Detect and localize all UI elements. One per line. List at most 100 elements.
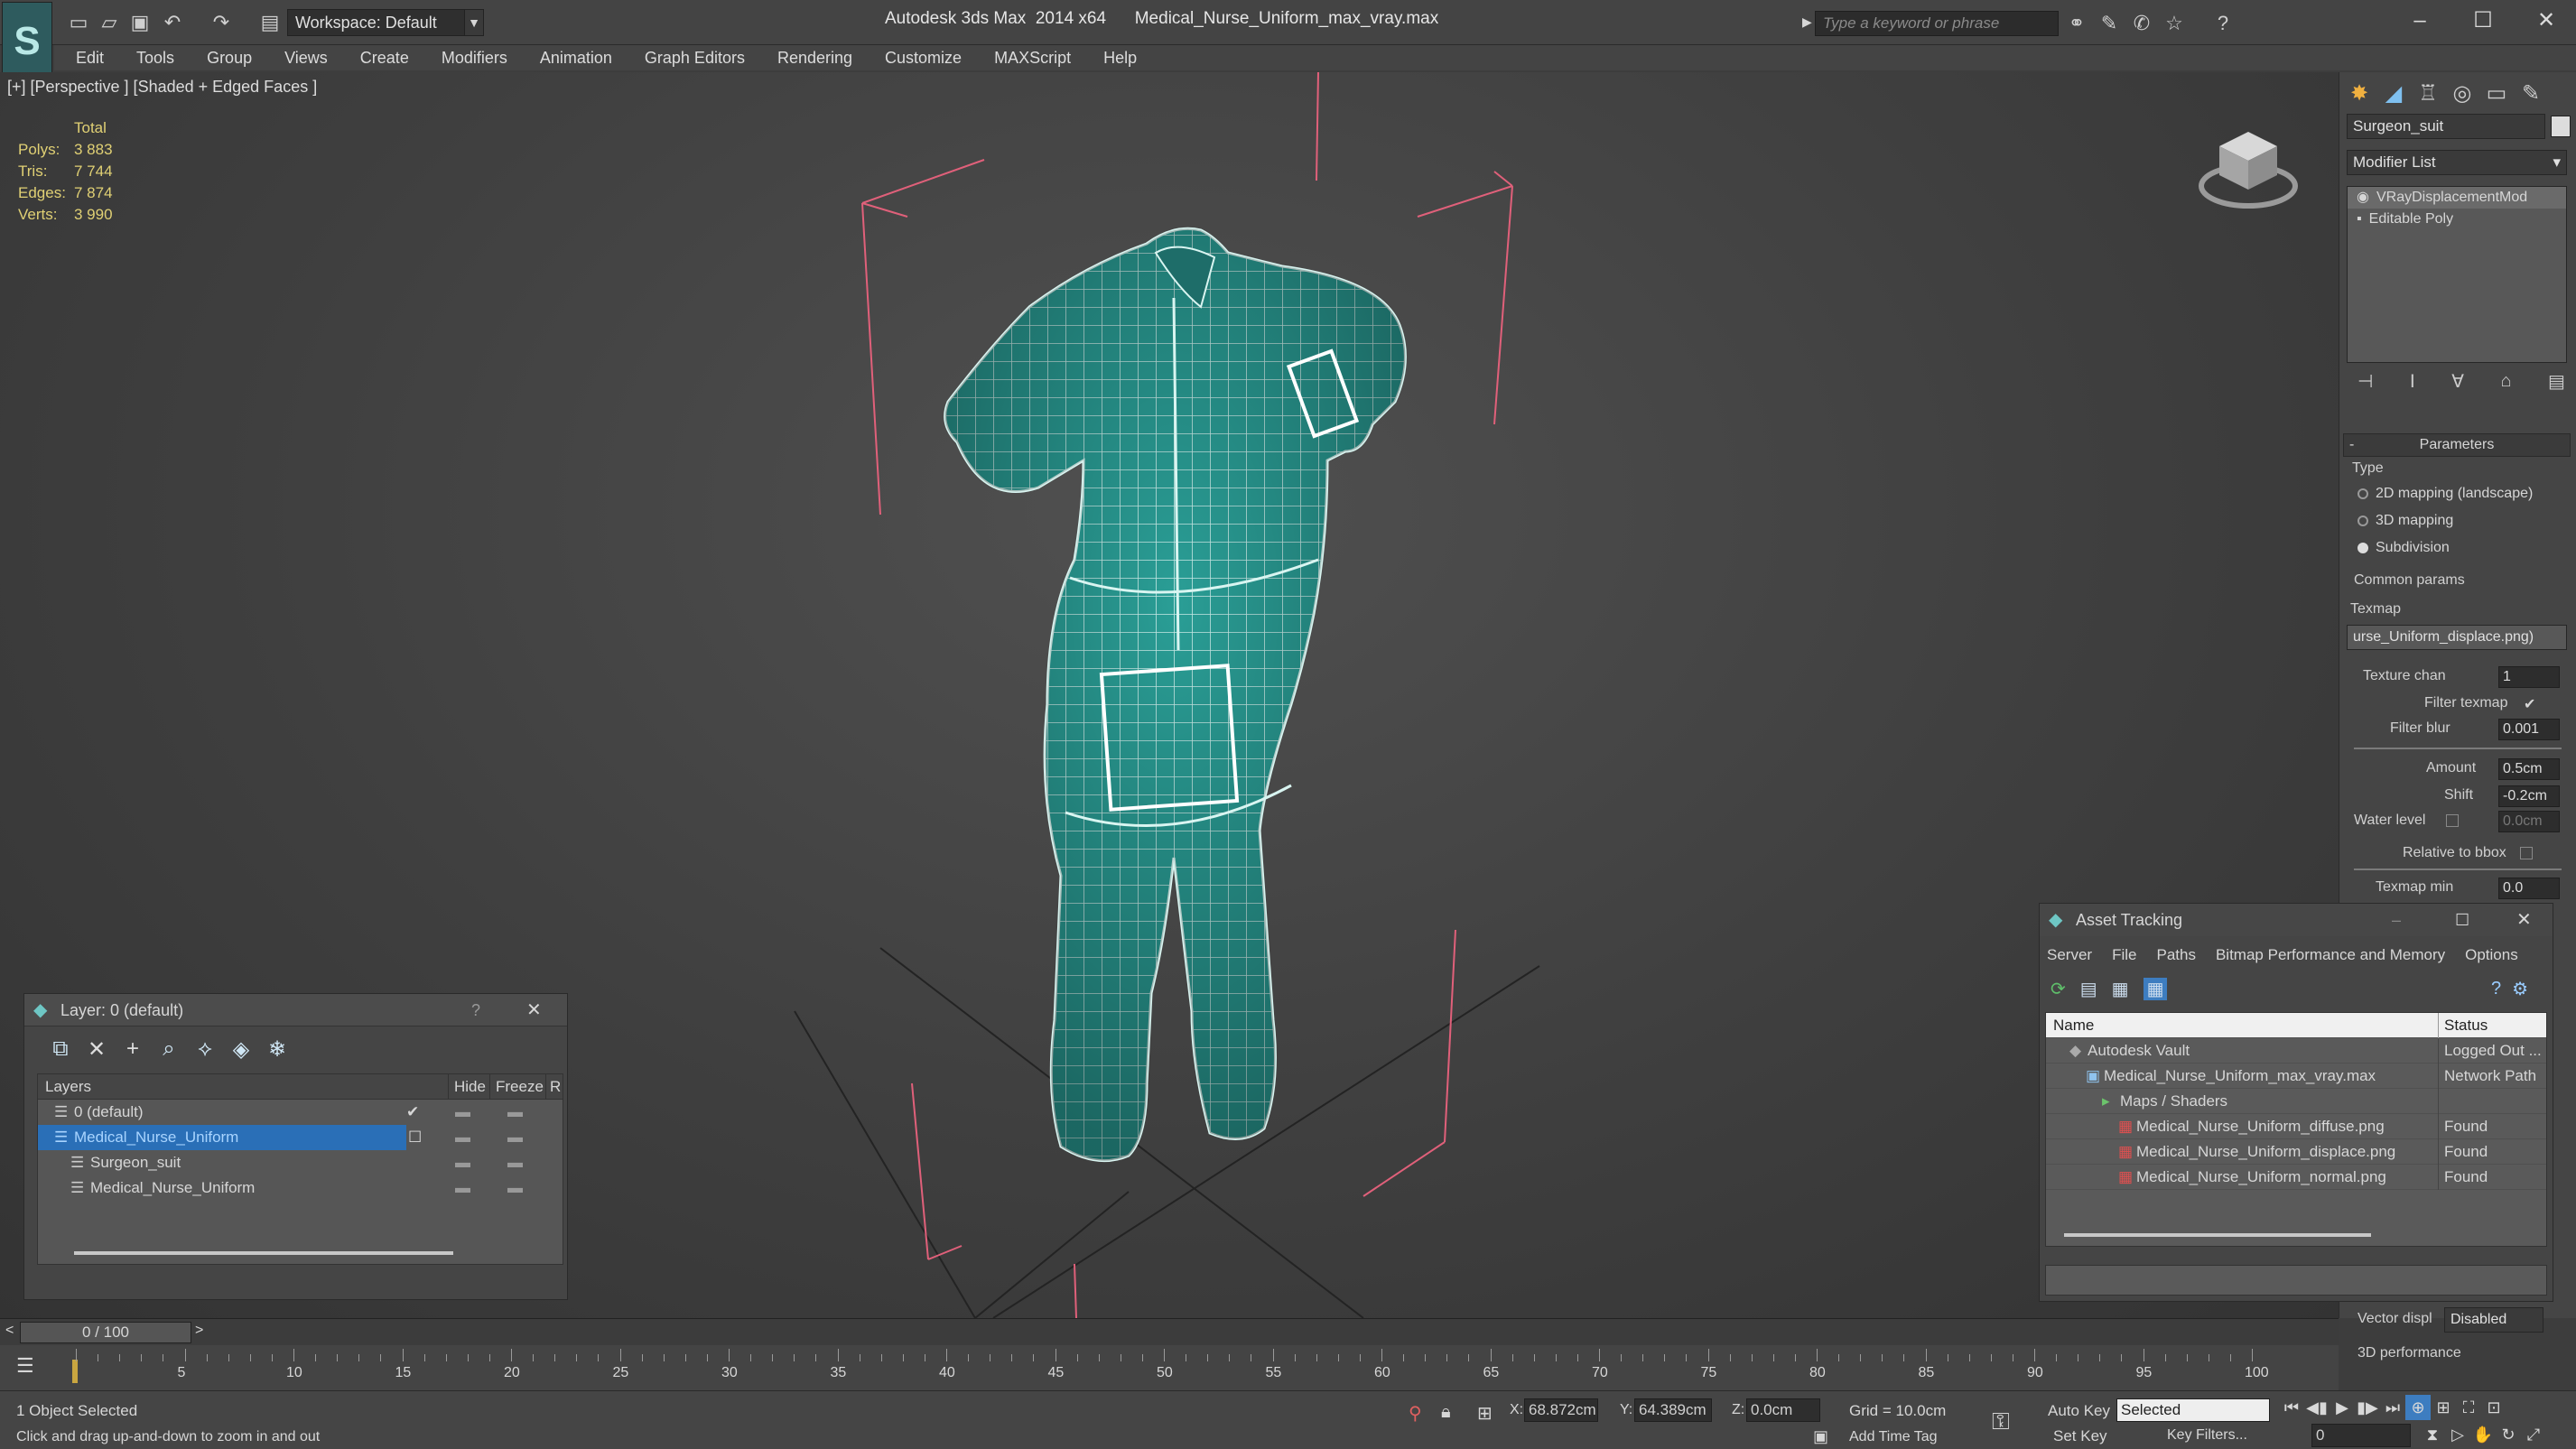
pan-icon[interactable]: ✋ (2470, 1422, 2496, 1447)
open-file-icon[interactable]: ▱ (98, 11, 121, 34)
type-option[interactable]: Subdivision (2357, 534, 2533, 562)
refresh-icon[interactable]: ⟳ (2051, 978, 2066, 1000)
configure-sets-icon[interactable]: ▤ (2548, 370, 2565, 393)
current-frame-marker[interactable] (72, 1360, 78, 1383)
modifier-stack-item[interactable]: ▪ Editable Poly (2348, 209, 2566, 230)
radio-button[interactable] (2357, 516, 2368, 526)
radio-button[interactable] (2357, 543, 2368, 553)
asset-row[interactable]: ◆ Autodesk Vault Logged Out ... (2046, 1038, 2546, 1064)
previous-frame-icon[interactable]: < (5, 1323, 14, 1339)
tools-icon[interactable]: ✎ (2097, 11, 2122, 36)
horizontal-scrollbar[interactable] (2064, 1233, 2371, 1237)
shift-spinner[interactable]: -0.2cm (2498, 785, 2560, 807)
maximize-icon[interactable]: ☐ (2455, 904, 2469, 936)
current-frame-field[interactable]: 0 (2311, 1424, 2411, 1447)
make-unique-icon[interactable]: ∀ (2451, 370, 2464, 393)
modify-tab-icon[interactable]: ◢ (2377, 78, 2410, 110)
layer-row[interactable]: ☰ Medical_Nurse_Uniform ☐ ▬ ▬ (38, 1125, 523, 1150)
menu-modifiers[interactable]: Modifiers (442, 45, 507, 70)
menu-animation[interactable]: Animation (540, 45, 612, 70)
create-tab-icon[interactable]: ✸ (2343, 78, 2376, 110)
freeze-toggle[interactable]: ▬ (507, 1125, 523, 1150)
hierarchy-tab-icon[interactable]: ♖ (2412, 78, 2444, 110)
add-to-layer-icon[interactable]: + (115, 1036, 151, 1062)
object-name-field[interactable]: Surgeon_suit (2347, 114, 2545, 139)
maximize-icon[interactable]: ☐ (2458, 5, 2508, 36)
horizontal-scrollbar[interactable] (74, 1251, 453, 1255)
amount-spinner[interactable]: 0.5cm (2498, 758, 2560, 780)
zoom-extents-all-icon[interactable]: ⊡ (2481, 1395, 2506, 1420)
hide-toggle[interactable]: ▬ (455, 1150, 470, 1175)
save-icon[interactable]: ▣ (128, 11, 152, 34)
previous-key-icon[interactable]: ◀▮ (2304, 1395, 2330, 1420)
zoom-icon[interactable]: ⊕ (2405, 1395, 2431, 1420)
y-coordinate-field[interactable]: 64.389cm (1634, 1398, 1712, 1422)
asset-menu-options[interactable]: Options (2465, 946, 2518, 964)
zoom-all-icon[interactable]: ⊞ (2431, 1395, 2456, 1420)
column-hide[interactable]: Hide (448, 1074, 486, 1100)
time-slider-thumb[interactable]: 0 / 100 (20, 1322, 191, 1343)
close-icon[interactable]: ✕ (526, 994, 542, 1026)
maximize-viewport-icon[interactable]: ⤢ (2521, 1422, 2546, 1447)
column-status[interactable]: Status (2438, 1013, 2488, 1038)
viewcube-icon[interactable] (2194, 114, 2302, 222)
filter-blur-spinner[interactable]: 0.001 (2498, 719, 2560, 740)
close-icon[interactable]: ✕ (2521, 5, 2571, 36)
texmap-button[interactable]: urse_Uniform_displace.png) (2347, 625, 2567, 650)
binoculars-icon[interactable]: ⚭ (2064, 11, 2089, 36)
asset-row[interactable]: ▦ Medical_Nurse_Uniform_diffuse.png Found (2046, 1114, 2546, 1139)
asset-row[interactable]: ▦ Medical_Nurse_Uniform_displace.png Found (2046, 1139, 2546, 1165)
x-coordinate-field[interactable]: 68.872cm (1524, 1398, 1598, 1422)
asset-menu-server[interactable]: Server (2047, 946, 2092, 964)
time-config-icon[interactable]: ⧗ (2420, 1422, 2445, 1447)
water-level-spinner[interactable]: 0.0cm (2498, 811, 2560, 832)
menu-tools[interactable]: Tools (136, 45, 174, 70)
play-icon[interactable]: ▶ (2330, 1395, 2355, 1420)
chevron-down-icon[interactable]: ▼ (464, 9, 484, 36)
expand-icon[interactable]: ▪ (2357, 211, 2362, 227)
auto-key-button[interactable]: Auto Key (2048, 1402, 2110, 1420)
key-mode-dropdown[interactable]: Selected (2116, 1398, 2270, 1422)
details-view-icon[interactable]: ▦ (2112, 978, 2129, 1000)
search-input[interactable]: Type a keyword or phrase (1815, 11, 2059, 36)
hide-all-layers-icon[interactable]: ◈ (223, 1036, 259, 1063)
isolate-icon[interactable]: ⚲ (1409, 1402, 1422, 1425)
play-arrow-icon[interactable]: ▶ (1802, 14, 1812, 30)
object-color-swatch[interactable] (2551, 116, 2571, 137)
go-to-start-icon[interactable]: ⏮ (2279, 1395, 2304, 1420)
menu-views[interactable]: Views (284, 45, 328, 70)
asset-row[interactable]: ▣ Medical_Nurse_Uniform_max_vray.max Netwo… (2046, 1064, 2546, 1089)
layer-row[interactable]: ☰ Medical_Nurse_Uniform ▬ ▬ (38, 1175, 563, 1201)
help-button[interactable]: ? (471, 994, 480, 1026)
freeze-toggle[interactable]: ▬ (507, 1150, 523, 1175)
hide-toggle[interactable]: ▬ (455, 1100, 470, 1125)
freeze-toggle[interactable]: ▬ (507, 1100, 523, 1125)
hide-toggle[interactable]: ▬ (455, 1125, 470, 1150)
orbit-icon[interactable]: ↻ (2496, 1422, 2521, 1447)
communication-icon[interactable]: ✆ (2129, 11, 2154, 36)
freeze-toggle[interactable]: ▬ (507, 1175, 523, 1201)
redo-icon[interactable]: ↷ (209, 11, 233, 34)
asset-menu-file[interactable]: File (2112, 946, 2136, 964)
zoom-extents-icon[interactable]: ⛶ (2456, 1395, 2481, 1420)
list-view-icon[interactable]: ▤ (2080, 978, 2097, 1000)
column-name[interactable]: Name (2053, 1013, 2094, 1038)
curve-editor-icon[interactable]: ☰ (16, 1354, 34, 1378)
utilities-tab-icon[interactable]: ✎ (2515, 78, 2547, 110)
freeze-all-layers-icon[interactable]: ❄ (259, 1036, 295, 1063)
remove-modifier-icon[interactable]: ⌂ (2500, 371, 2511, 392)
menu-customize[interactable]: Customize (885, 45, 962, 70)
parameters-rollout-header[interactable]: - Parameters (2343, 433, 2571, 457)
modifier-list-dropdown[interactable]: Modifier List ▾ (2347, 150, 2567, 175)
layer-row[interactable]: ☰ 0 (default) ✔ ▬ ▬ (38, 1100, 563, 1125)
table-view-icon[interactable]: ▦ (2143, 978, 2168, 1000)
water-level-checkbox[interactable] (2446, 814, 2459, 827)
column-layers[interactable]: Layers (45, 1074, 91, 1100)
asset-row[interactable]: ▸ Maps / Shaders (2046, 1089, 2546, 1114)
next-key-icon[interactable]: ▮▶ (2355, 1395, 2380, 1420)
set-current-box-icon[interactable]: ☐ (408, 1125, 422, 1150)
lock-selection-icon[interactable]: 🔒︎ (1441, 1402, 1451, 1423)
layer-row[interactable]: ☰ Surgeon_suit ▬ ▬ (38, 1150, 563, 1175)
minimize-icon[interactable]: – (2392, 904, 2401, 936)
track-bar[interactable]: ☰ 5 10 15 20 25 30 35 40 45 50 55 60 65 70 75 80 85 90 95 1… (0, 1345, 2339, 1390)
